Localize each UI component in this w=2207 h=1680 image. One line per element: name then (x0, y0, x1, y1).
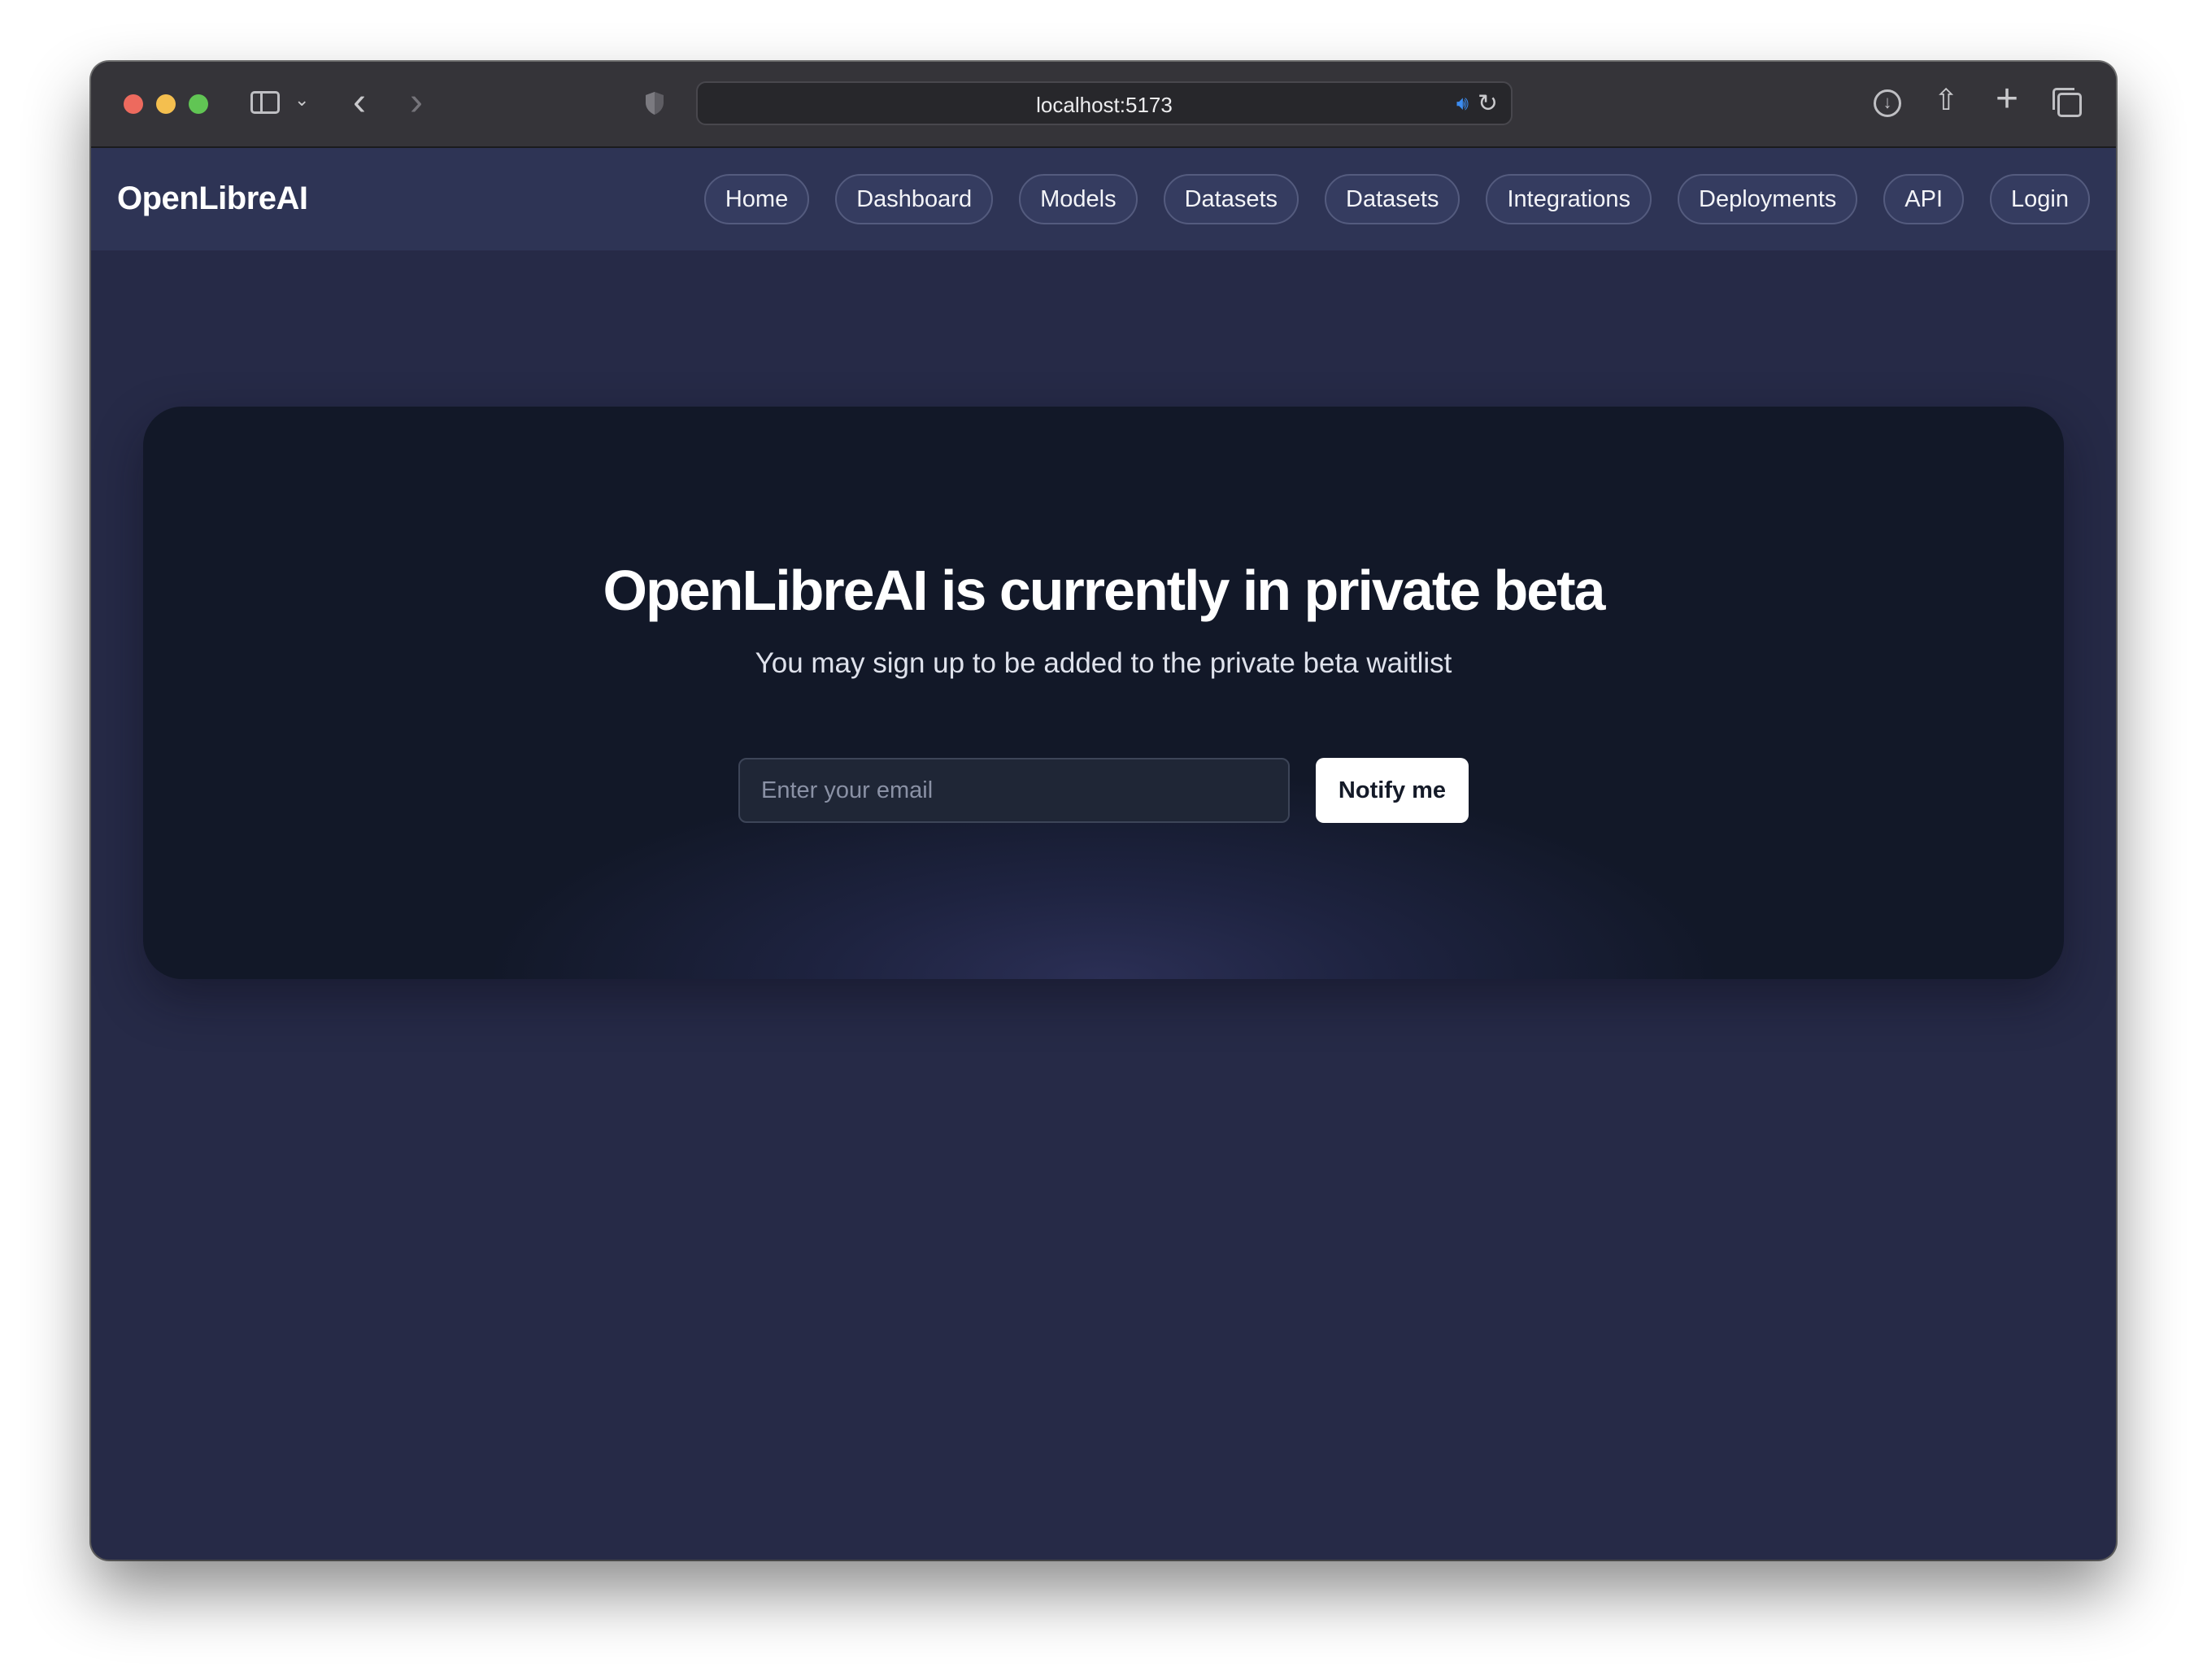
download-icon[interactable]: ↓ (1874, 89, 1901, 117)
brand-logo[interactable]: OpenLibreAI (117, 181, 308, 217)
new-tab-icon[interactable]: + (1996, 76, 2018, 122)
speaker-icon[interactable]: 🔊︎ (1456, 93, 1469, 115)
shield-icon[interactable] (644, 91, 665, 115)
chevron-down-icon[interactable]: ⌄ (294, 89, 309, 111)
share-icon[interactable]: ⇧ (1934, 83, 1958, 117)
beta-signup-card: OpenLibreAI is currently in private beta… (143, 407, 2064, 979)
forward-icon[interactable]: › (410, 80, 423, 125)
nav-link-home[interactable]: Home (703, 174, 810, 224)
nav-link-models[interactable]: Models (1019, 174, 1138, 224)
sidebar-icon[interactable] (250, 91, 280, 114)
nav-link-datasets-2[interactable]: Datasets (1325, 174, 1460, 224)
nav-link-api[interactable]: API (1883, 174, 1965, 224)
address-bar[interactable]: localhost:5173 🔊︎ ↻ (696, 81, 1513, 125)
close-window-icon[interactable] (124, 94, 143, 114)
browser-window: ⌄ ‹ › localhost:5173 🔊︎ ↻ ↓ ⇧ + OpenLibr… (91, 62, 2116, 1560)
minimize-window-icon[interactable] (156, 94, 176, 114)
browser-toolbar: ⌄ ‹ › localhost:5173 🔊︎ ↻ ↓ ⇧ + (91, 62, 2116, 148)
page-subtitle: You may sign up to be added to the priva… (755, 647, 1452, 679)
nav-link-datasets[interactable]: Datasets (1163, 174, 1299, 224)
maximize-window-icon[interactable] (189, 94, 208, 114)
top-navigation: OpenLibreAI Home Dashboard Models Datase… (91, 148, 2116, 250)
notify-me-button[interactable]: Notify me (1316, 758, 1469, 823)
email-field[interactable] (738, 758, 1290, 823)
tab-overview-icon[interactable] (2052, 88, 2082, 117)
nav-links: Home Dashboard Models Datasets Datasets … (703, 174, 2090, 224)
back-icon[interactable]: ‹ (353, 80, 366, 125)
nav-link-deployments[interactable]: Deployments (1678, 174, 1858, 224)
url-text[interactable]: localhost:5173 (698, 93, 1511, 118)
nav-link-login[interactable]: Login (1990, 174, 2090, 224)
page-title: OpenLibreAI is currently in private beta (603, 559, 1606, 622)
nav-link-dashboard[interactable]: Dashboard (835, 174, 994, 224)
nav-link-integrations[interactable]: Integrations (1486, 174, 1652, 224)
reload-icon[interactable]: ↻ (1478, 89, 1498, 118)
